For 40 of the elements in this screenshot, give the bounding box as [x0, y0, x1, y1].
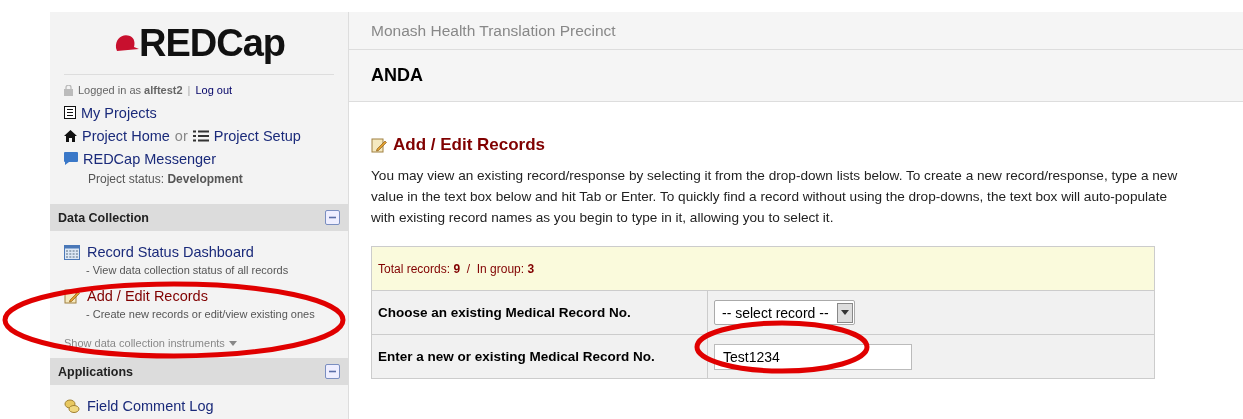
project-home-link[interactable]: Project Home — [82, 127, 170, 144]
comment-bubbles-icon — [64, 398, 80, 414]
logout-link[interactable]: Log out — [195, 84, 233, 96]
collapse-button[interactable] — [325, 210, 340, 225]
project-setup-link[interactable]: Project Setup — [213, 127, 301, 144]
caret-icon — [840, 310, 849, 315]
edit-icon — [64, 288, 80, 304]
chat-bubble-icon — [64, 152, 78, 165]
institution-name: Monash Health Translation Precinct — [349, 12, 1243, 50]
section-title: Data Collection — [58, 210, 149, 225]
or-text: or — [174, 127, 188, 144]
my-projects-link[interactable]: My Projects — [81, 104, 157, 121]
record-input-field[interactable]: Test1234 — [714, 343, 912, 370]
calendar-icon — [64, 244, 80, 260]
caret-icon — [228, 340, 237, 346]
logo-cap-icon — [113, 32, 139, 54]
field-label: Enter a new or existing Medical Record No. — [372, 335, 708, 378]
collapse-button[interactable] — [325, 364, 340, 379]
section-title: Applications — [58, 364, 133, 379]
lock-icon — [64, 84, 73, 96]
project-status: Project status: Development — [87, 171, 244, 188]
link-description: - View data collection status of all records — [85, 264, 290, 278]
separator-text: | — [187, 84, 191, 96]
list-page-icon — [64, 106, 76, 119]
edit-icon — [371, 137, 387, 153]
project-title: ANDA — [349, 50, 1243, 102]
home-icon — [64, 129, 77, 142]
field-label: Choose an existing Medical Record No. — [372, 291, 708, 334]
login-text: Logged in as alftest2 — [78, 84, 183, 96]
logo-wordmark: REDCap — [139, 21, 285, 65]
sidebar-link[interactable]: Add / Edit Records — [87, 288, 208, 304]
intro-text: You may view an existing record/response by selecting it from the drop-down lists below. To create a new record/response, type a new value in the text box below and hit Tab or Enter. To quickly find a record without using the drop-downs, the text box will auto-populate with existing record names as you begin to type in it, allowing you to select it. — [370, 167, 1179, 227]
list-icon — [192, 129, 209, 142]
messenger-link[interactable]: REDCap Messenger — [83, 150, 216, 167]
page-title: Add / Edit Records — [393, 135, 546, 155]
record-dropdown[interactable]: -- select record -- — [714, 300, 855, 325]
sidebar-link[interactable]: Record Status Dashboard — [87, 244, 254, 260]
link-description: - Create new records or edit/view existing ones — [85, 308, 316, 322]
record-counts: Total records: 9 / In group: 3 — [372, 247, 1154, 291]
sidebar-link[interactable]: Field Comment Log — [87, 398, 214, 414]
